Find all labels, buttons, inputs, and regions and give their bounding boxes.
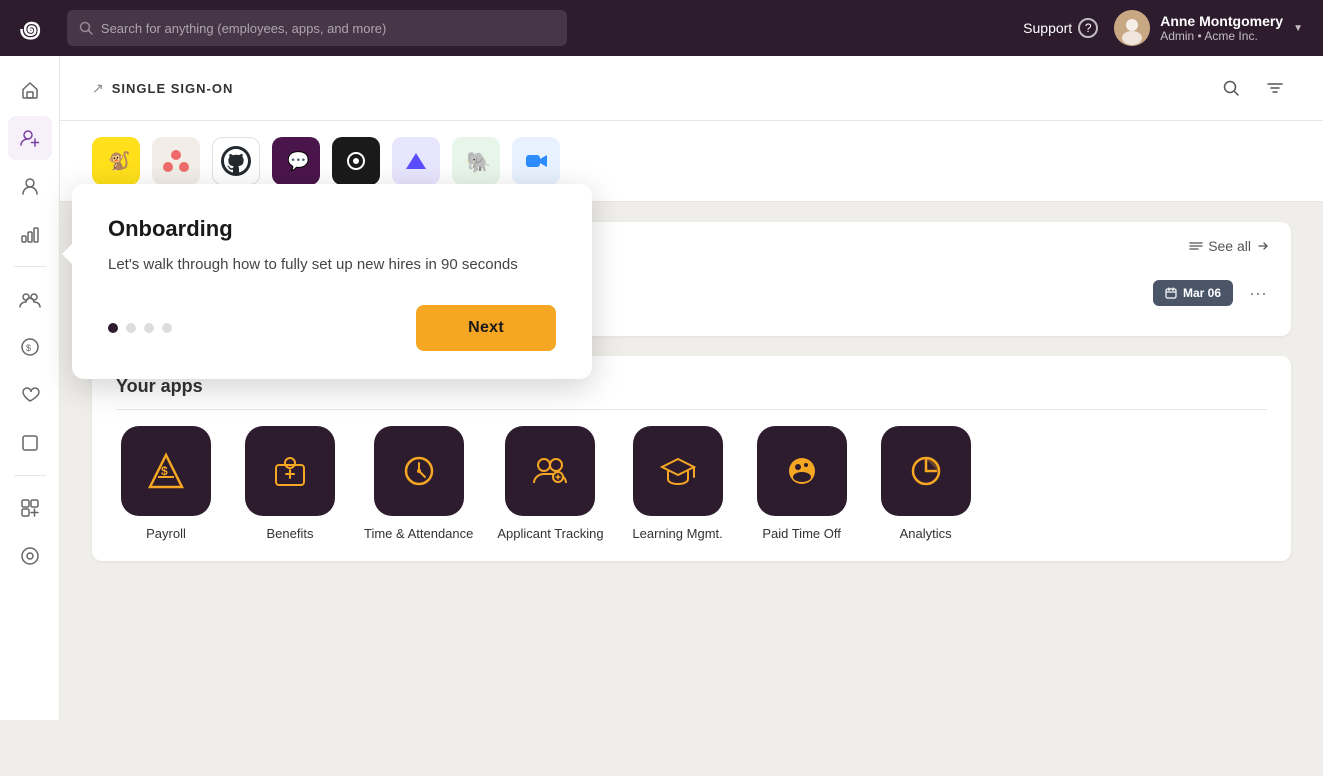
app-label-paid-time-off: Paid Time Off <box>762 526 841 541</box>
app-paid-time-off[interactable]: Paid Time Off <box>752 426 852 541</box>
see-all-link[interactable]: See all <box>1188 238 1271 254</box>
onboarding-dot-4 <box>162 323 172 333</box>
sidebar-divider-1 <box>14 266 46 267</box>
app-benefits[interactable]: Benefits <box>240 426 340 541</box>
sidebar-item-apps[interactable] <box>8 486 52 530</box>
onboarding-title: Onboarding <box>108 216 556 242</box>
svg-text:🐒: 🐒 <box>108 150 130 171</box>
sidebar-item-add-employee[interactable] <box>8 116 52 160</box>
search-placeholder: Search for anything (employees, apps, an… <box>101 21 386 36</box>
nav-right: Support ? Anne Montgomery Admin • Acme I… <box>1023 10 1303 46</box>
sidebar-divider-2 <box>14 475 46 476</box>
onboarding-dot-2 <box>126 323 136 333</box>
sidebar-item-learning[interactable] <box>8 421 52 465</box>
app-icon-analytics <box>881 426 971 516</box>
top-nav: ꩜ Search for anything (employees, apps, … <box>0 0 1323 56</box>
onboarding-dots <box>108 323 172 333</box>
onboarding-dot-1 <box>108 323 118 333</box>
svg-text:🐘: 🐘 <box>466 151 491 174</box>
svg-text:💬: 💬 <box>287 150 309 171</box>
sidebar-item-teams[interactable] <box>8 277 52 321</box>
integration-monograph[interactable] <box>392 137 440 185</box>
apps-section: Your apps $ Payroll Benefits <box>92 356 1291 561</box>
arrow-up-right-icon: ↗ <box>92 80 104 97</box>
chevron-down-icon: ▼ <box>1293 23 1303 34</box>
app-label-analytics: Analytics <box>900 526 952 541</box>
onboarding-dot-3 <box>144 323 154 333</box>
apps-section-title: Your apps <box>116 376 1267 410</box>
integration-slack[interactable]: 💬 <box>272 137 320 185</box>
svg-text:$: $ <box>161 464 168 478</box>
integration-github[interactable] <box>212 137 260 185</box>
page-header: ↗ SINGLE SIGN-ON <box>60 56 1323 121</box>
support-label: Support <box>1023 20 1072 36</box>
avatar <box>1114 10 1150 46</box>
see-all-label: See all <box>1208 238 1251 254</box>
onboarding-card: Onboarding Let's walk through how to ful… <box>72 184 592 379</box>
integration-mailchimp[interactable]: 🐒 <box>92 137 140 185</box>
user-details: Anne Montgomery Admin • Acme Inc. <box>1160 13 1283 44</box>
app-label-applicant-tracking: Applicant Tracking <box>497 526 603 541</box>
task-date: Mar 06 <box>1153 280 1233 306</box>
integration-evernote[interactable]: 🐘 <box>452 137 500 185</box>
search-icon <box>79 21 93 35</box>
sidebar-item-reports[interactable] <box>8 212 52 256</box>
support-button[interactable]: Support ? <box>1023 18 1098 38</box>
task-date-label: Mar 06 <box>1183 286 1221 300</box>
app-icon-learning-mgmt <box>633 426 723 516</box>
app-payroll[interactable]: $ Payroll <box>116 426 216 541</box>
app-time-attendance[interactable]: Time & Attendance <box>364 426 473 541</box>
app-label-benefits: Benefits <box>267 526 314 541</box>
search-bar[interactable]: Search for anything (employees, apps, an… <box>67 10 567 46</box>
app-learning-mgmt[interactable]: Learning Mgmt. <box>628 426 728 541</box>
user-menu[interactable]: Anne Montgomery Admin • Acme Inc. ▼ <box>1114 10 1303 46</box>
main-content: ↗ SINGLE SIGN-ON 🐒 💬 <box>60 56 1323 720</box>
app-label-learning-mgmt: Learning Mgmt. <box>632 526 722 541</box>
app-icon-time-attendance <box>374 426 464 516</box>
app-logo: ꩜ <box>20 12 43 45</box>
support-icon: ? <box>1078 18 1098 38</box>
header-actions <box>1215 72 1291 104</box>
sidebar-item-payroll[interactable]: $ <box>8 325 52 369</box>
app-icon-applicant-tracking <box>505 426 595 516</box>
user-role: Admin • Acme Inc. <box>1160 29 1283 43</box>
integration-abstract[interactable] <box>332 137 380 185</box>
app-label-payroll: Payroll <box>146 526 186 541</box>
onboarding-description: Let's walk through how to fully set up n… <box>108 254 556 277</box>
task-more-button[interactable]: ··· <box>1245 283 1271 304</box>
sidebar-item-employees[interactable] <box>8 164 52 208</box>
integration-asana[interactable] <box>152 137 200 185</box>
app-applicant-tracking[interactable]: Applicant Tracking <box>497 426 603 541</box>
page-title-area: ↗ SINGLE SIGN-ON <box>92 80 233 97</box>
app-icon-payroll: $ <box>121 426 211 516</box>
integration-zoom[interactable] <box>512 137 560 185</box>
sidebar-item-home[interactable] <box>8 68 52 112</box>
apps-grid: $ Payroll Benefits Time & Attendance <box>116 426 1267 541</box>
sidebar-item-settings[interactable] <box>8 534 52 578</box>
app-label-time-attendance: Time & Attendance <box>364 526 473 541</box>
svg-text:$: $ <box>26 343 31 353</box>
search-button[interactable] <box>1215 72 1247 104</box>
app-analytics[interactable]: Analytics <box>876 426 976 541</box>
filter-button[interactable] <box>1259 72 1291 104</box>
page-title: SINGLE SIGN-ON <box>112 81 234 96</box>
user-name: Anne Montgomery <box>1160 13 1283 30</box>
next-button[interactable]: Next <box>416 305 556 351</box>
onboarding-footer: Next <box>108 305 556 351</box>
sidebar: $ <box>0 56 60 720</box>
sidebar-item-benefits[interactable] <box>8 373 52 417</box>
app-icon-benefits <box>245 426 335 516</box>
app-icon-paid-time-off <box>757 426 847 516</box>
